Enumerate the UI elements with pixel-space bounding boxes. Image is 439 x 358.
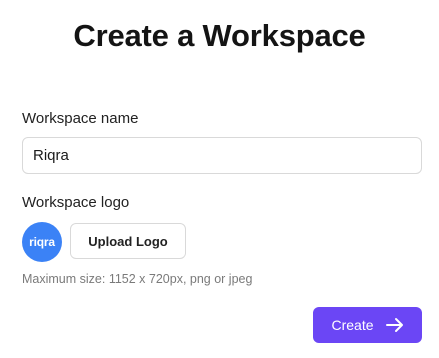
- workspace-name-input[interactable]: [22, 137, 422, 174]
- arrow-right-icon: [385, 318, 403, 332]
- logo-size-hint: Maximum size: 1152 x 720px, png or jpeg: [22, 272, 253, 286]
- page-title: Create a Workspace: [73, 18, 366, 53]
- create-workspace-dialog: Create a Workspace Workspace name Worksp…: [0, 0, 439, 358]
- create-button[interactable]: Create: [313, 307, 422, 343]
- workspace-logo-avatar: riqra: [22, 222, 62, 262]
- create-button-label: Create: [331, 317, 374, 333]
- workspace-logo-label: Workspace logo: [22, 194, 130, 211]
- workspace-logo-text: riqra: [29, 235, 55, 249]
- upload-logo-button[interactable]: Upload Logo: [70, 223, 186, 259]
- workspace-name-label: Workspace name: [22, 110, 139, 127]
